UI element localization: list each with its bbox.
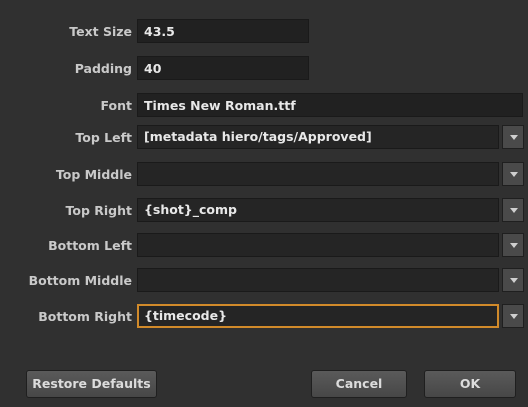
- bottom-left-label: Bottom Left: [48, 238, 132, 253]
- top-middle-dropdown-button[interactable]: [502, 162, 524, 186]
- font-row: Font Times New Roman.ttf: [0, 93, 528, 119]
- chevron-down-icon: [510, 172, 518, 177]
- top-left-dropdown-button[interactable]: [502, 125, 524, 149]
- font-label: Font: [100, 98, 133, 113]
- burn-in-settings-dialog: Text Size 43.5 Padding 40 Font Times New…: [0, 0, 528, 407]
- top-middle-combo[interactable]: [137, 162, 528, 186]
- top-middle-label: Top Middle: [55, 167, 132, 182]
- font-input[interactable]: Times New Roman.ttf: [137, 93, 523, 117]
- cancel-button[interactable]: Cancel: [311, 370, 407, 398]
- top-left-label: Top Left: [75, 130, 132, 145]
- bottom-middle-combo[interactable]: [137, 268, 528, 292]
- bottom-left-value[interactable]: [137, 233, 499, 257]
- top-left-combo[interactable]: [metadata hiero/tags/Approved]: [137, 125, 528, 149]
- top-middle-row: Top Middle: [0, 162, 528, 188]
- bottom-right-row: Bottom Right {timecode}: [0, 304, 528, 330]
- padding-label: Padding: [74, 61, 132, 76]
- top-middle-value[interactable]: [137, 162, 499, 186]
- top-right-combo[interactable]: {shot}_comp: [137, 198, 528, 222]
- bottom-right-label: Bottom Right: [38, 309, 132, 324]
- bottom-middle-dropdown-button[interactable]: [502, 268, 524, 292]
- top-left-value[interactable]: [metadata hiero/tags/Approved]: [137, 125, 499, 149]
- bottom-middle-label: Bottom Middle: [28, 273, 132, 288]
- chevron-down-icon: [510, 278, 518, 283]
- top-left-row: Top Left [metadata hiero/tags/Approved]: [0, 125, 528, 151]
- ok-button[interactable]: OK: [424, 370, 516, 398]
- bottom-left-row: Bottom Left: [0, 233, 528, 259]
- bottom-right-value[interactable]: {timecode}: [137, 304, 499, 328]
- top-right-dropdown-button[interactable]: [502, 198, 524, 222]
- bottom-left-dropdown-button[interactable]: [502, 233, 524, 257]
- padding-row: Padding 40: [0, 56, 528, 82]
- top-right-value[interactable]: {shot}_comp: [137, 198, 499, 222]
- bottom-middle-value[interactable]: [137, 268, 499, 292]
- text-size-input[interactable]: 43.5: [137, 19, 309, 43]
- top-right-label: Top Right: [65, 203, 133, 218]
- bottom-right-combo[interactable]: {timecode}: [137, 304, 528, 328]
- restore-defaults-button[interactable]: Restore Defaults: [26, 370, 157, 398]
- bottom-middle-row: Bottom Middle: [0, 268, 528, 294]
- chevron-down-icon: [510, 243, 518, 248]
- chevron-down-icon: [510, 208, 518, 213]
- top-right-row: Top Right {shot}_comp: [0, 198, 528, 224]
- chevron-down-icon: [510, 135, 518, 140]
- bottom-left-combo[interactable]: [137, 233, 528, 257]
- bottom-right-dropdown-button[interactable]: [502, 304, 524, 328]
- chevron-down-icon: [510, 314, 518, 319]
- padding-input[interactable]: 40: [137, 56, 309, 80]
- text-size-label: Text Size: [69, 24, 132, 39]
- text-size-row: Text Size 43.5: [0, 19, 528, 45]
